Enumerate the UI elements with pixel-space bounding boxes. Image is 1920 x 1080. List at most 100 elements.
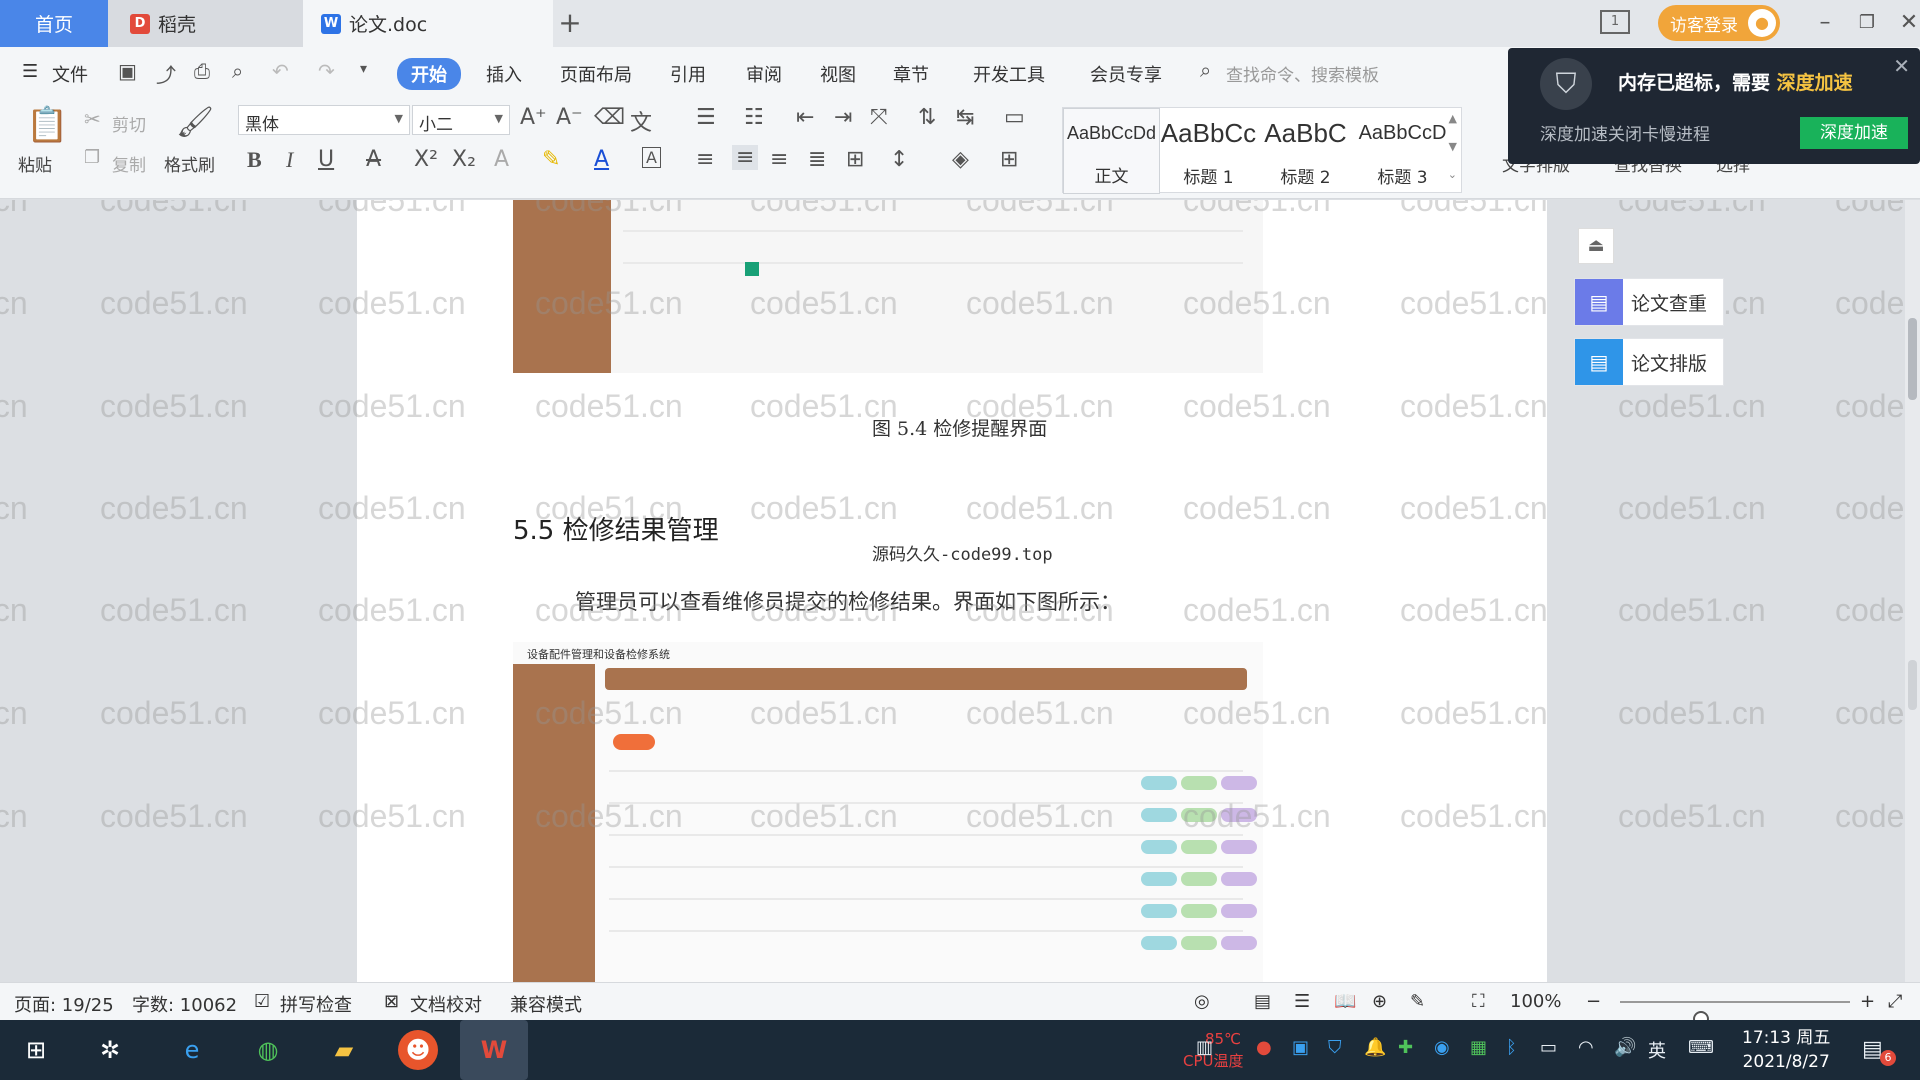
minimize-icon[interactable]: – bbox=[1810, 8, 1840, 38]
file-explorer-icon[interactable]: ▰ bbox=[324, 1030, 364, 1070]
notification-bell-icon[interactable]: 🔔 bbox=[1364, 1037, 1386, 1058]
numbering-icon[interactable]: ☷ bbox=[744, 105, 764, 130]
document-page[interactable]: 图 5.4 检修提醒界面 5.5 检修结果管理 源码久久-code99.top … bbox=[357, 200, 1547, 982]
menu-member[interactable]: 会员专享 bbox=[1090, 61, 1162, 87]
menu-developer[interactable]: 开发工具 bbox=[973, 61, 1045, 87]
app-pinwheel-icon[interactable]: ✲ bbox=[90, 1030, 130, 1070]
shading-icon[interactable]: ◈ bbox=[952, 147, 969, 172]
clear-format-icon[interactable]: ⌫ bbox=[594, 105, 625, 130]
scrollbar-thumb[interactable] bbox=[1908, 318, 1917, 400]
ie-browser-icon[interactable]: e bbox=[172, 1030, 212, 1070]
outline-view-icon[interactable]: ☰ bbox=[1294, 991, 1310, 1012]
font-size-select[interactable]: 小二 ▼ bbox=[412, 105, 510, 135]
sort-icon[interactable]: ⇅ bbox=[918, 105, 936, 130]
close-icon[interactable]: ✕ bbox=[1894, 8, 1920, 38]
monitor-icon[interactable]: ▥ bbox=[1196, 1037, 1213, 1058]
align-center-icon[interactable]: ≡ bbox=[732, 145, 759, 170]
menu-insert[interactable]: 插入 bbox=[486, 61, 522, 87]
zoom-value[interactable]: 100% bbox=[1510, 991, 1561, 1012]
zoom-slider[interactable] bbox=[1620, 1001, 1850, 1027]
restore-icon[interactable]: ❐ bbox=[1852, 8, 1882, 38]
font-name-select[interactable]: 黑体 ▼ bbox=[238, 105, 410, 135]
tab-daoke[interactable]: D 稻壳 bbox=[108, 0, 303, 47]
save-icon[interactable]: ▣ bbox=[118, 59, 137, 83]
wifi-icon[interactable]: ◠ bbox=[1578, 1037, 1594, 1058]
bullets-icon[interactable]: ☰ bbox=[696, 105, 716, 130]
paper-layout-button[interactable]: ▤ 论文排版 bbox=[1574, 338, 1724, 386]
volume-icon[interactable]: 🔊 bbox=[1614, 1037, 1636, 1058]
fit-page-icon[interactable]: ⛶ bbox=[1472, 991, 1485, 1012]
windows-start-icon[interactable]: ⊞ bbox=[16, 1030, 56, 1070]
justify-icon[interactable]: ≣ bbox=[808, 147, 826, 172]
export-icon[interactable]: ⤴ bbox=[156, 59, 176, 88]
cut-icon[interactable]: ✂ bbox=[84, 107, 101, 131]
menu-chapter[interactable]: 章节 bbox=[893, 61, 929, 87]
italic-icon[interactable]: I bbox=[286, 147, 293, 173]
phonetic-guide-icon[interactable]: 文 bbox=[630, 105, 652, 137]
tray-plus-icon[interactable]: ✚ bbox=[1398, 1037, 1413, 1058]
char-border-icon[interactable]: A bbox=[642, 147, 661, 168]
ime-keyboard-icon[interactable]: ⌨ bbox=[1688, 1037, 1714, 1058]
style-heading-1[interactable]: AaBbCc 标题 1 bbox=[1160, 108, 1257, 194]
clock[interactable]: 17:13 周五 2021/8/27 bbox=[1742, 1026, 1830, 1074]
visitor-login-button[interactable]: 访客登录 ● bbox=[1658, 5, 1780, 41]
menu-file[interactable]: 文件 bbox=[52, 61, 88, 87]
app-face-icon[interactable]: ☻ bbox=[398, 1030, 438, 1070]
write-mode-icon[interactable]: ✎ bbox=[1410, 991, 1425, 1012]
spell-check-label[interactable]: 拼写检查 bbox=[280, 991, 352, 1017]
font-color-icon[interactable]: A bbox=[594, 147, 609, 172]
paper-check-button[interactable]: ▤ 论文查重 bbox=[1574, 278, 1724, 326]
reading-view-icon[interactable]: 📖 bbox=[1334, 991, 1356, 1012]
browser-360-icon[interactable]: ◍ bbox=[248, 1030, 288, 1070]
page-count[interactable]: 页面: 19/25 bbox=[14, 991, 114, 1017]
line-spacing-icon[interactable]: ↕ bbox=[890, 147, 908, 172]
bluetooth-icon[interactable]: ᛒ bbox=[1506, 1037, 1517, 1058]
print-icon[interactable]: ⎙ bbox=[194, 59, 210, 83]
shrink-font-icon[interactable]: A⁻ bbox=[556, 105, 583, 130]
copy-icon[interactable]: ❐ bbox=[84, 147, 100, 168]
eye-protection-icon[interactable]: ◎ bbox=[1194, 991, 1210, 1012]
chinese-layout-icon[interactable]: ⤧ bbox=[870, 105, 888, 130]
web-view-icon[interactable]: ⊕ bbox=[1372, 991, 1387, 1012]
superscript-icon[interactable]: X² bbox=[414, 147, 438, 172]
menu-page-layout[interactable]: 页面布局 bbox=[560, 61, 632, 87]
print-preview-icon[interactable]: ⌕ bbox=[232, 59, 243, 83]
subscript-icon[interactable]: X₂ bbox=[452, 147, 476, 172]
wps-taskbar-icon[interactable]: W bbox=[460, 1020, 528, 1080]
style-heading-2[interactable]: AaBbC 标题 2 bbox=[1257, 108, 1354, 194]
align-right-icon[interactable]: ≡ bbox=[770, 147, 788, 172]
borders-icon[interactable]: ⊞ bbox=[1000, 147, 1018, 172]
window-layout-icon[interactable]: 1 bbox=[1600, 10, 1630, 34]
menu-view[interactable]: 视图 bbox=[820, 61, 856, 87]
tab-document[interactable]: W 论文.doc bbox=[303, 0, 553, 47]
highlight-icon[interactable]: ✎ bbox=[542, 147, 560, 172]
tab-home[interactable]: 首页 bbox=[0, 0, 108, 47]
bold-icon[interactable]: B bbox=[247, 147, 262, 173]
undo-icon[interactable]: ↶ bbox=[272, 59, 289, 83]
format-painter-icon[interactable]: 🖌 bbox=[176, 105, 214, 140]
strikethrough-icon[interactable]: A bbox=[366, 147, 381, 172]
paste-label[interactable]: 粘贴 bbox=[18, 151, 52, 176]
menu-review[interactable]: 审阅 bbox=[746, 61, 782, 87]
battery-icon[interactable]: ▭ bbox=[1540, 1037, 1557, 1058]
distributed-icon[interactable]: ⊞ bbox=[846, 147, 864, 172]
redo-icon[interactable]: ↷ bbox=[318, 59, 335, 83]
underline-icon[interactable]: U bbox=[318, 147, 334, 172]
increase-indent-icon[interactable]: ⇥ bbox=[834, 105, 852, 130]
format-painter-label[interactable]: 格式刷 bbox=[164, 151, 215, 176]
zoom-in-icon[interactable]: + bbox=[1860, 991, 1875, 1012]
nvidia-icon[interactable]: ▦ bbox=[1470, 1037, 1487, 1058]
word-count[interactable]: 字数: 10062 bbox=[132, 991, 237, 1017]
style-heading-3[interactable]: AaBbCcD 标题 3 bbox=[1354, 108, 1451, 194]
paste-icon[interactable]: 📋 bbox=[26, 105, 68, 145]
ime-indicator[interactable]: 英 bbox=[1648, 1037, 1666, 1063]
collapse-panel-icon[interactable]: ⏏ bbox=[1578, 228, 1614, 264]
style-normal[interactable]: AaBbCcDd 正文 bbox=[1063, 108, 1160, 194]
vertical-scrollbar[interactable] bbox=[1905, 200, 1920, 982]
menu-references[interactable]: 引用 bbox=[670, 61, 706, 87]
text-effect-icon[interactable]: A bbox=[494, 147, 509, 172]
styles-scroll-down-icon[interactable]: ▼ bbox=[1449, 140, 1457, 153]
align-left-icon[interactable]: ≡ bbox=[696, 147, 714, 172]
deep-accelerate-button[interactable]: 深度加速 bbox=[1800, 117, 1908, 149]
customize-dropdown-icon[interactable]: ▾ bbox=[360, 61, 367, 77]
